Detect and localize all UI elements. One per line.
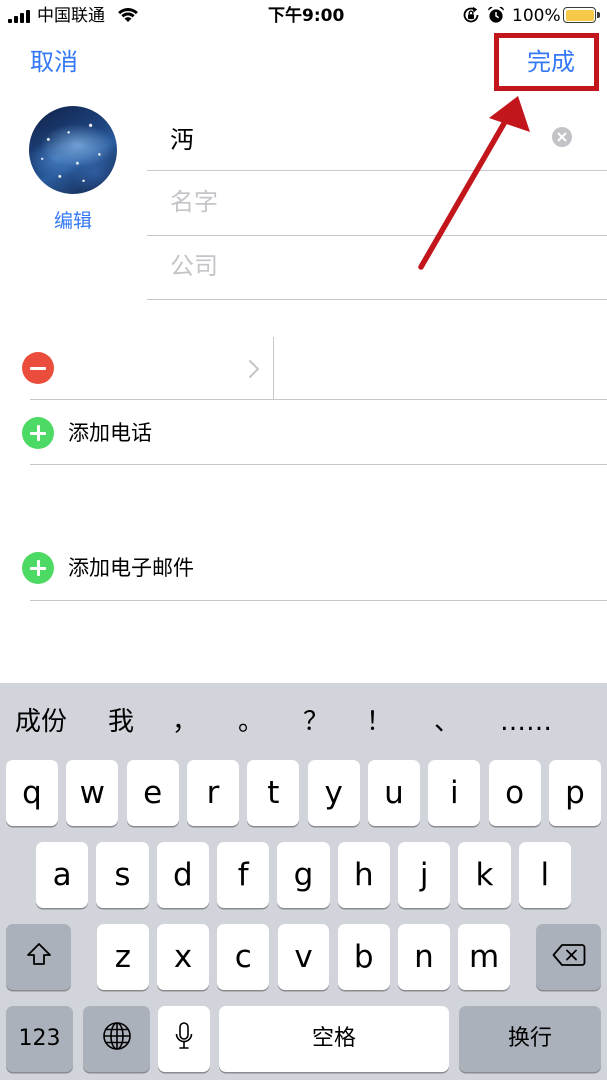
company-field[interactable]	[170, 248, 590, 284]
cancel-button[interactable]: 取消	[30, 46, 78, 78]
wifi-icon	[117, 6, 139, 26]
key-e[interactable]: e	[126, 760, 179, 826]
candidate-item[interactable]: 成份	[15, 707, 67, 737]
minus-icon	[30, 366, 46, 370]
edit-photo-button[interactable]: 编辑	[33, 208, 113, 234]
avatar[interactable]	[29, 106, 117, 194]
microphone-icon	[174, 1021, 194, 1057]
candidate-item[interactable]: ！	[366, 707, 392, 737]
carrier-label: 中国联通	[37, 6, 105, 26]
done-button[interactable]: 完成	[527, 46, 575, 78]
key-m[interactable]: m	[458, 924, 511, 990]
add-email-row[interactable]: 添加电子邮件	[0, 536, 607, 600]
divider	[30, 600, 607, 601]
key-u[interactable]: u	[367, 760, 420, 826]
key-h[interactable]: h	[337, 842, 390, 908]
phone-label-selector[interactable]	[60, 338, 273, 399]
candidate-item[interactable]: 。	[238, 707, 264, 737]
key-t[interactable]: t	[247, 760, 300, 826]
candidate-item[interactable]: 、	[434, 707, 460, 737]
battery-cap	[597, 12, 600, 18]
candidate-item[interactable]: 我	[108, 707, 134, 737]
key-n[interactable]: n	[398, 924, 450, 990]
alarm-icon	[487, 6, 505, 28]
delete-icon	[552, 942, 586, 973]
divider	[30, 399, 607, 400]
phone-number-field[interactable]	[290, 350, 590, 386]
microphone-key[interactable]	[158, 1006, 210, 1072]
key-f[interactable]: f	[216, 842, 270, 908]
key-x[interactable]: x	[157, 924, 210, 990]
shift-key[interactable]	[6, 924, 71, 990]
space-key[interactable]: 空格	[219, 1006, 449, 1072]
clear-icon[interactable]	[552, 127, 572, 147]
key-z[interactable]: z	[97, 924, 149, 990]
divider	[30, 464, 607, 465]
candidate-item[interactable]: ，	[172, 707, 198, 737]
key-i[interactable]: i	[428, 760, 481, 826]
first-name-field[interactable]	[170, 184, 590, 220]
divider	[147, 235, 607, 236]
battery-percent: 100%	[512, 6, 561, 26]
numbers-key[interactable]: 123	[6, 1006, 73, 1072]
key-s[interactable]: s	[96, 842, 149, 908]
key-row-1: q w e r t y u i o p	[6, 760, 601, 826]
remove-phone-button[interactable]	[22, 352, 54, 384]
add-email-label: 添加电子邮件	[68, 556, 194, 580]
return-key[interactable]: 换行	[459, 1006, 601, 1072]
key-w[interactable]: w	[66, 760, 119, 826]
key-row-2: a s d f g h j k l	[36, 842, 571, 908]
clock: 下午9:00	[268, 6, 345, 26]
add-phone-row[interactable]: 添加电话	[0, 401, 607, 464]
key-v[interactable]: v	[277, 924, 330, 990]
divider	[147, 299, 607, 300]
key-row-3: z x c v b n m	[97, 924, 511, 990]
candidate-item[interactable]: ？	[303, 707, 329, 737]
candidate-item[interactable]: ……	[500, 707, 552, 737]
last-name-field[interactable]	[170, 119, 540, 155]
divider	[147, 170, 607, 171]
key-l[interactable]: l	[518, 842, 571, 908]
add-phone-label: 添加电话	[68, 421, 152, 445]
key-r[interactable]: r	[186, 760, 240, 826]
battery-icon	[563, 7, 596, 23]
key-q[interactable]: q	[6, 760, 59, 826]
key-c[interactable]: c	[217, 924, 270, 990]
key-b[interactable]: b	[337, 924, 390, 990]
key-d[interactable]: d	[156, 842, 209, 908]
rotation-lock-icon	[462, 6, 480, 28]
plus-circle-icon	[22, 552, 54, 584]
vertical-separator	[273, 337, 274, 399]
plus-circle-icon	[22, 417, 54, 449]
key-g[interactable]: g	[277, 842, 330, 908]
globe-icon	[102, 1021, 132, 1057]
signal-icon	[8, 8, 34, 23]
key-j[interactable]: j	[397, 842, 451, 908]
shift-icon	[25, 941, 53, 973]
key-p[interactable]: p	[548, 760, 601, 826]
globe-key[interactable]	[83, 1006, 150, 1072]
key-a[interactable]: a	[36, 842, 89, 908]
key-k[interactable]: k	[458, 842, 511, 908]
delete-key[interactable]	[536, 924, 601, 990]
chevron-right-icon	[248, 359, 260, 383]
keyboard: 成份 我 ， 。 ？ ！ 、 …… q w e r t y u i o p a …	[0, 683, 607, 1080]
key-y[interactable]: y	[307, 760, 360, 826]
key-o[interactable]: o	[488, 760, 541, 826]
